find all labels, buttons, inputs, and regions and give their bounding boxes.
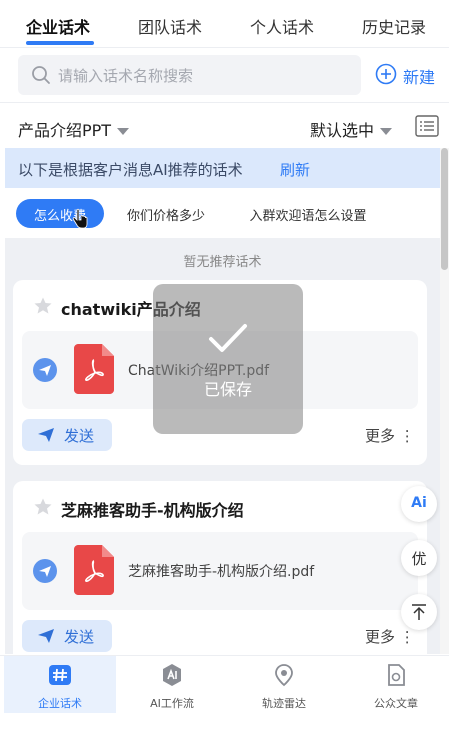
- list-icon[interactable]: [415, 115, 439, 137]
- ai-recommend-banner: 以下是根据客户消息AI推荐的话术 刷新: [5, 148, 440, 188]
- pdf-file-icon: [74, 344, 114, 394]
- selection-dropdown[interactable]: 默认选中: [310, 117, 393, 140]
- chip-group-welcome[interactable]: 入群欢迎语怎么设置: [233, 199, 383, 228]
- hash-icon: [49, 665, 71, 685]
- ai-recommend-text: 以下是根据客户消息AI推荐的话术: [18, 161, 243, 179]
- send-button[interactable]: 发送: [22, 620, 112, 652]
- search-row: 请输入话术名称搜索 新建: [0, 48, 449, 102]
- recommend-chips: 怎么收费 你们价格多少 入群欢迎语怎么设置: [5, 188, 440, 238]
- send-button-label: 发送: [64, 628, 95, 646]
- check-icon: [209, 324, 247, 352]
- nav-track-radar[interactable]: 轨迹雷达: [228, 656, 340, 713]
- arrow-up-icon: [412, 604, 426, 620]
- category-label: 产品介绍PPT: [18, 121, 112, 140]
- saved-toast: 已保存: [153, 284, 303, 434]
- active-tab-indicator: [26, 41, 94, 45]
- bottom-nav: 企业话术 AI工作流 轨迹雷达 公众文章: [0, 655, 452, 713]
- search-icon: [32, 66, 50, 84]
- pdf-file-icon: [74, 545, 114, 595]
- star-icon[interactable]: [33, 296, 53, 316]
- back-to-top-button[interactable]: [401, 594, 437, 630]
- category-dropdown[interactable]: 产品介绍PPT: [18, 117, 130, 140]
- plus-circle-icon: [375, 63, 397, 85]
- send-icon: [38, 629, 54, 643]
- file-name: 芝麻推客助手-机构版介绍.pdf: [128, 564, 315, 580]
- top-tabs: 企业话术 团队话术 个人话术 历史记录: [0, 0, 449, 48]
- selection-label: 默认选中: [310, 121, 375, 140]
- send-button[interactable]: 发送: [22, 419, 112, 451]
- article-icon: [388, 664, 405, 686]
- script-card: 芝麻推客助手-机构版介绍 芝麻推客助手-机构版介绍.pdf 发送 更多 ⋮: [13, 481, 427, 654]
- chip-price[interactable]: 你们价格多少: [114, 199, 218, 228]
- new-button-label: 新建: [403, 68, 436, 87]
- chevron-down-icon: [117, 128, 130, 135]
- nav-enterprise-scripts[interactable]: 企业话术: [4, 656, 116, 713]
- chip-how-to-charge[interactable]: 怎么收费: [16, 199, 104, 228]
- you-float-button[interactable]: 优: [401, 540, 437, 576]
- chevron-down-icon: [380, 128, 393, 135]
- send-circle-icon: [33, 559, 57, 583]
- tab-team-scripts[interactable]: 团队话术: [138, 14, 202, 38]
- send-icon: [38, 428, 54, 442]
- star-icon[interactable]: [33, 497, 53, 517]
- nav-official-articles[interactable]: 公众文章: [340, 656, 452, 713]
- nav-label: 企业话术: [38, 697, 82, 710]
- search-placeholder: 请输入话术名称搜索: [58, 67, 194, 85]
- scrollbar-thumb[interactable]: [441, 148, 448, 270]
- more-button[interactable]: 更多 ⋮: [365, 425, 415, 446]
- empty-recommend-note: 暂无推荐话术: [183, 255, 262, 270]
- tab-personal-scripts[interactable]: 个人话术: [250, 14, 314, 38]
- toast-label: 已保存: [203, 380, 252, 399]
- card-title: 芝麻推客助手-机构版介绍: [61, 501, 244, 520]
- nav-label: 轨迹雷达: [262, 697, 306, 710]
- more-button[interactable]: 更多 ⋮: [365, 626, 415, 647]
- tab-enterprise-scripts[interactable]: 企业话术: [26, 14, 90, 38]
- ai-float-button[interactable]: Ai: [401, 486, 437, 522]
- scripts-content: 以下是根据客户消息AI推荐的话术 刷新 怎么收费 你们价格多少 入群欢迎语怎么设…: [5, 148, 440, 654]
- file-attachment[interactable]: 芝麻推客助手-机构版介绍.pdf: [22, 532, 418, 610]
- nav-label: 公众文章: [374, 697, 418, 710]
- refresh-link[interactable]: 刷新: [280, 159, 310, 180]
- search-input[interactable]: 请输入话术名称搜索: [18, 55, 361, 95]
- location-pin-icon: [275, 664, 293, 687]
- tab-history[interactable]: 历史记录: [362, 14, 426, 38]
- filter-row: 产品介绍PPT 默认选中: [0, 102, 449, 148]
- new-button[interactable]: 新建: [375, 61, 445, 87]
- scrollbar[interactable]: [440, 148, 449, 654]
- send-circle-icon: [33, 358, 57, 382]
- hand-cursor-icon: [72, 209, 88, 229]
- nav-ai-workflow[interactable]: AI工作流: [116, 656, 228, 713]
- nav-label: AI工作流: [150, 697, 194, 710]
- ai-workflow-icon: [163, 664, 181, 686]
- send-button-label: 发送: [64, 427, 95, 445]
